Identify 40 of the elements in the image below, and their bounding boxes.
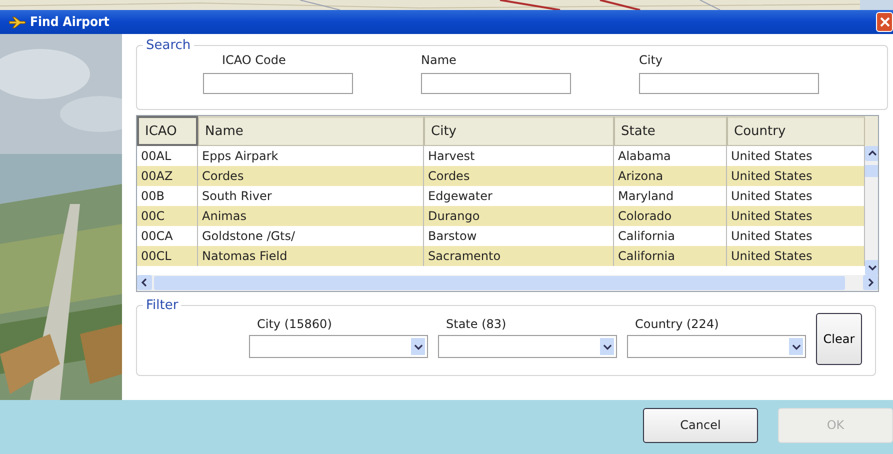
text-field[interactable]: [639, 73, 819, 94]
column-header[interactable]: Name: [198, 116, 424, 146]
column-header[interactable]: Country: [727, 116, 865, 146]
scroll-thumb[interactable]: [154, 276, 845, 290]
field-label: City (15860): [256, 317, 333, 331]
chevron-down-icon: [602, 344, 612, 350]
field-label: Name: [421, 53, 458, 67]
group-label: Filter: [145, 298, 180, 313]
scroll-bar[interactable]: [865, 146, 878, 275]
clear-button[interactable]: Clear: [816, 313, 862, 365]
group-label: Search: [145, 38, 192, 53]
scroll-right-icon[interactable]: [863, 275, 878, 290]
dialog-button[interactable]: Cancel: [643, 408, 758, 442]
field-label: State (83): [445, 317, 508, 331]
scroll-left-icon[interactable]: [137, 275, 152, 290]
field-label: Country (224): [634, 317, 720, 331]
column-header[interactable]: City: [424, 116, 614, 146]
dropdown[interactable]: [438, 335, 617, 358]
chevron-down-icon: [414, 344, 422, 350]
scroll-thumb[interactable]: [865, 165, 878, 177]
scroll-up-icon[interactable]: [865, 146, 878, 161]
text-field[interactable]: [421, 73, 571, 94]
table-cell: California: [614, 246, 727, 266]
field-label: City: [639, 53, 664, 67]
text-field[interactable]: [203, 73, 353, 94]
close-icon: [880, 17, 890, 27]
window-title: Find Airport: [30, 14, 110, 30]
airplane-icon: [8, 16, 26, 28]
dropdown[interactable]: [627, 335, 806, 358]
close-button[interactable]: [876, 12, 893, 32]
table-cell: 00CL: [137, 246, 198, 266]
dropdown[interactable]: [249, 335, 428, 358]
column-header[interactable]: State: [614, 116, 727, 146]
scroll-down-icon[interactable]: [865, 260, 878, 275]
table-cell: Sacramento: [424, 246, 614, 266]
field-label: ICAO Code: [221, 53, 287, 67]
column-header[interactable]: ICAO: [137, 116, 198, 146]
table-cell: Natomas Field: [198, 246, 424, 266]
scroll-bar[interactable]: [137, 275, 878, 291]
chevron-down-icon: [792, 344, 800, 350]
